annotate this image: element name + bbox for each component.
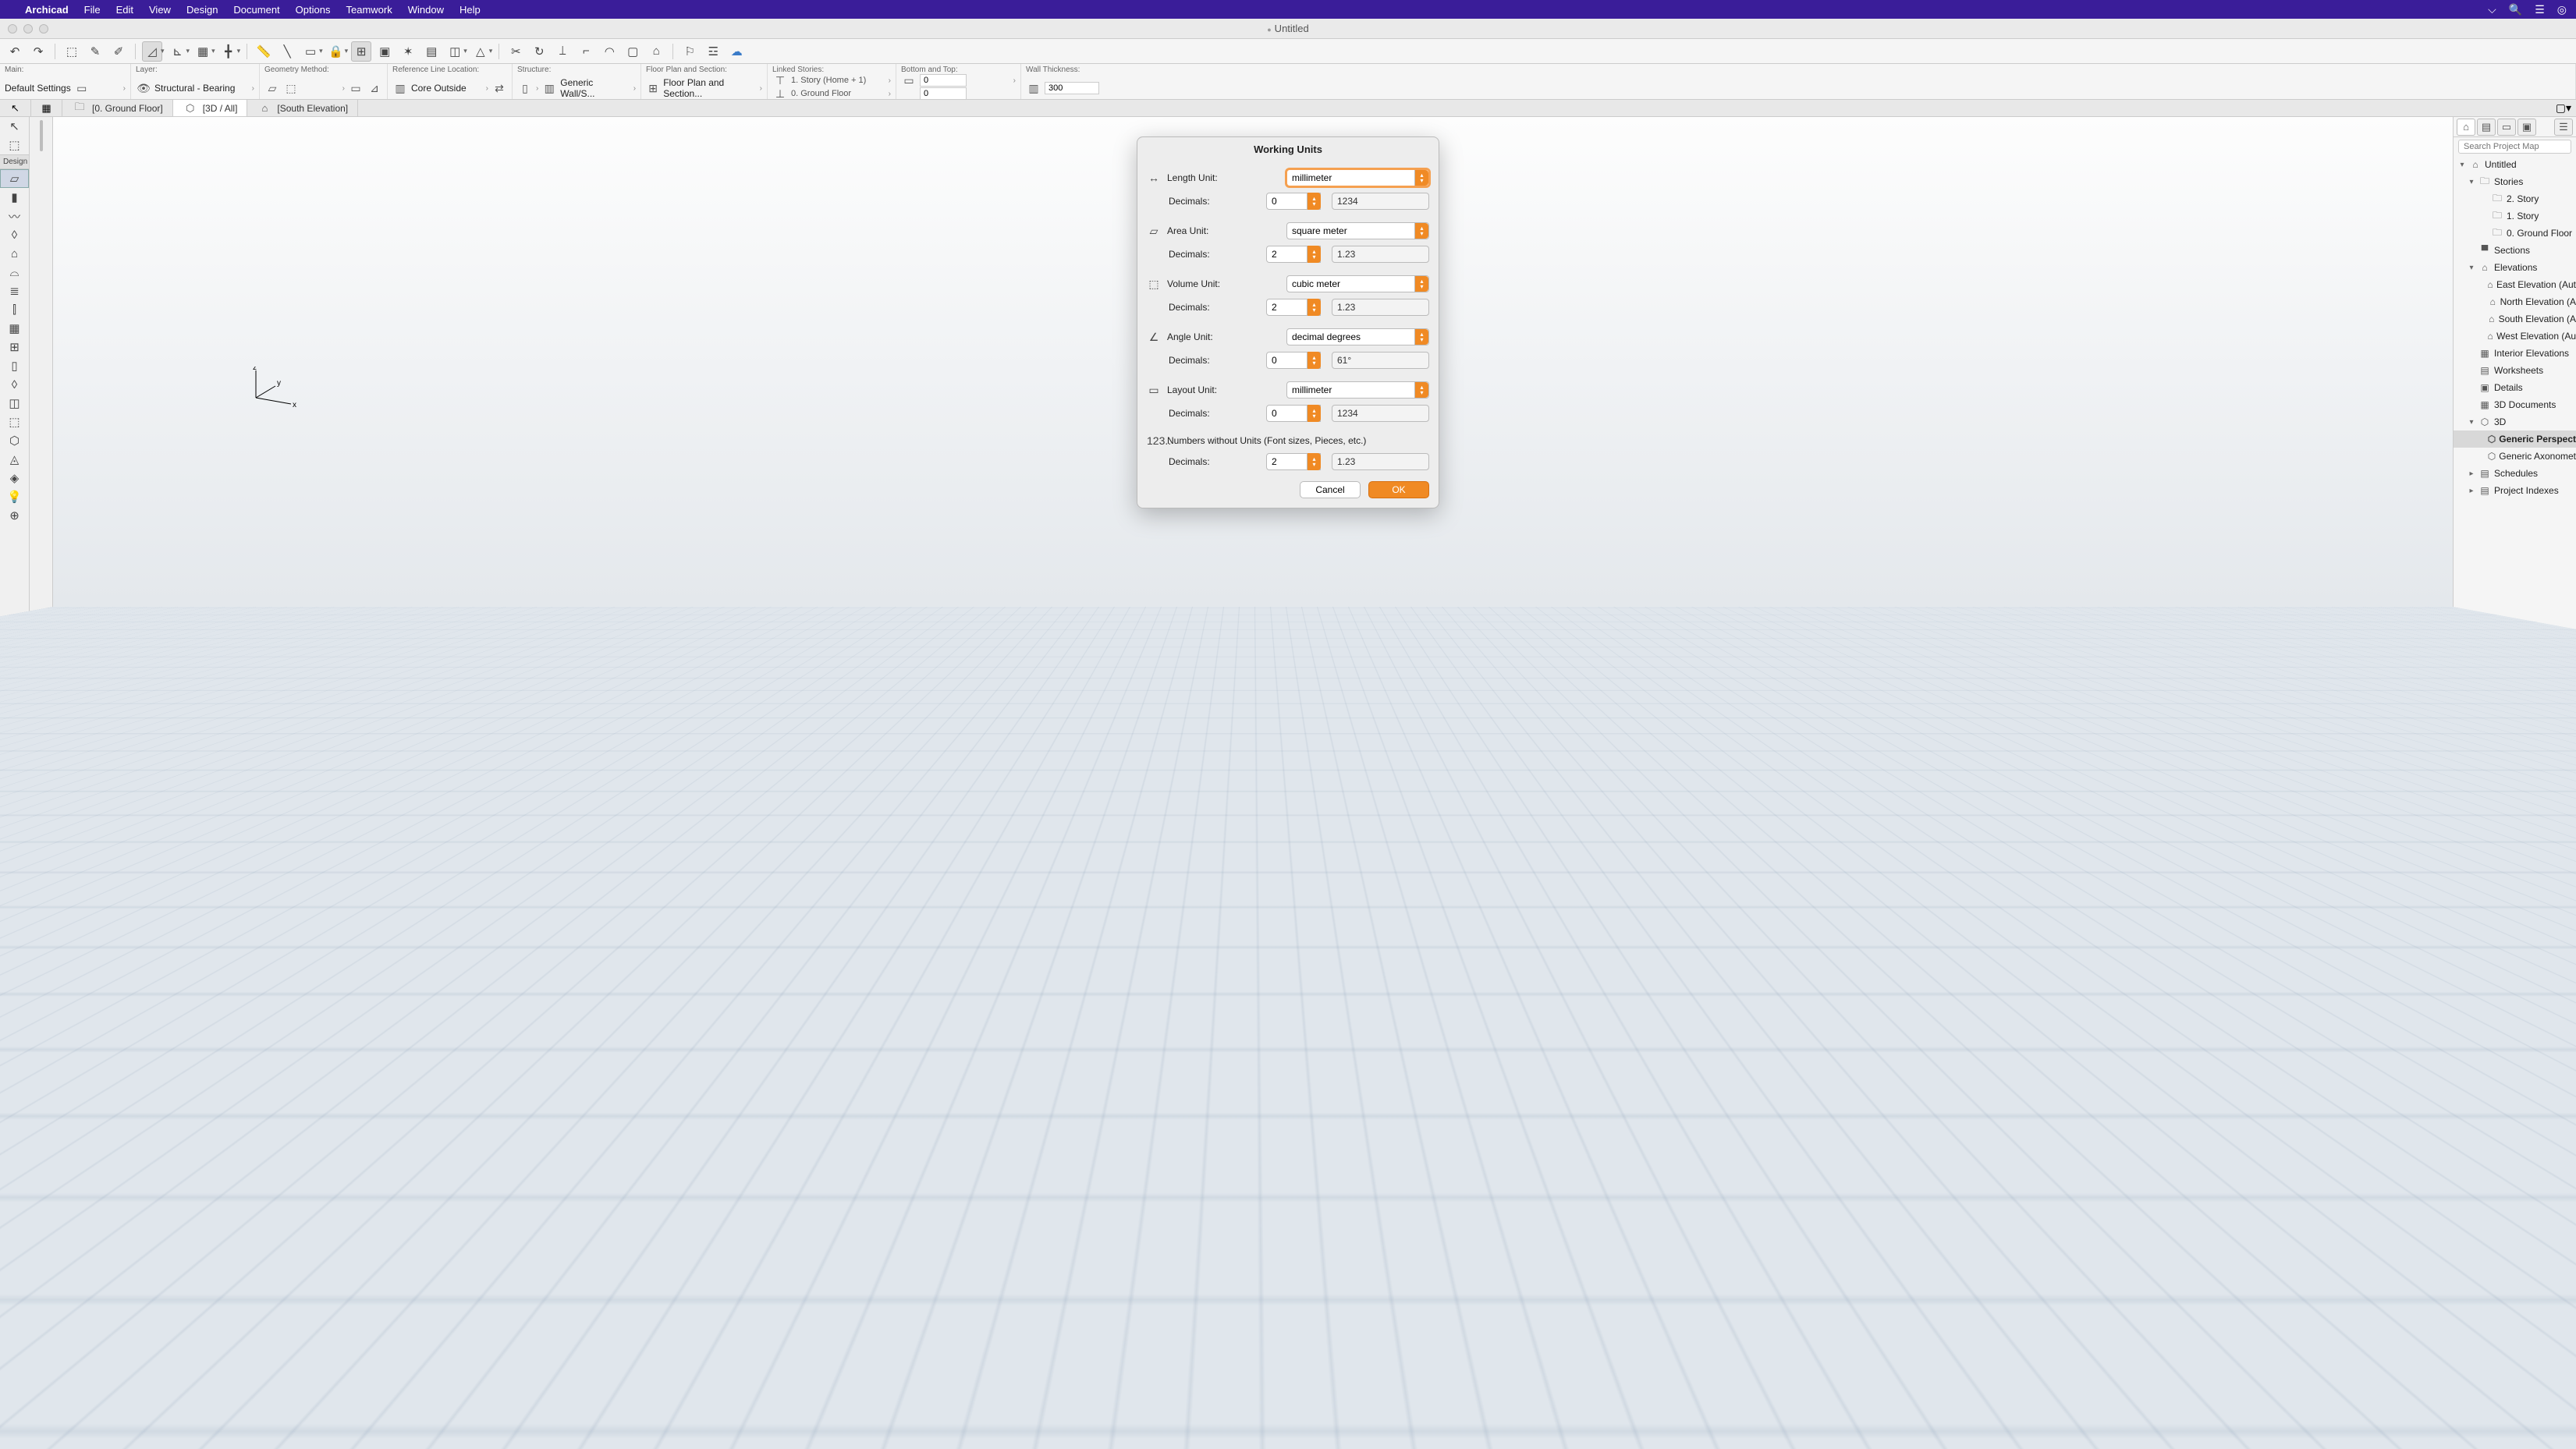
area-decimals-spinner[interactable]: 2▴▾ [1266,246,1321,263]
angle-icon: ∠ [1147,331,1161,344]
area-example: 1.23 [1332,246,1429,263]
working-units-dialog: Working Units ↔ Length Unit: millimeter▴… [1137,136,1439,508]
length-decimals-spinner[interactable]: 0▴▾ [1266,193,1321,210]
volume-unit-select[interactable]: cubic meter▴▾ [1286,275,1429,292]
area-icon: ▱ [1147,225,1161,238]
dialog-title: Working Units [1137,137,1439,160]
ok-button[interactable]: OK [1368,481,1429,498]
layout-icon: ▭ [1147,384,1161,397]
length-unit-select[interactable]: millimeter▴▾ [1286,169,1429,186]
numbers-icon: 123.. [1147,434,1161,447]
angle-unit-select[interactable]: decimal degrees▴▾ [1286,328,1429,345]
length-example: 1234 [1332,193,1429,210]
numbers-example: 1.23 [1332,453,1429,470]
dialog-backdrop: Working Units ↔ Length Unit: millimeter▴… [0,0,2576,1449]
area-unit-select[interactable]: square meter▴▾ [1286,222,1429,239]
layout-example: 1234 [1332,405,1429,422]
length-icon: ↔ [1147,172,1161,184]
volume-example: 1.23 [1332,299,1429,316]
layout-decimals-spinner[interactable]: 0▴▾ [1266,405,1321,422]
volume-decimals-spinner[interactable]: 2▴▾ [1266,299,1321,316]
numbers-decimals-spinner[interactable]: 2▴▾ [1266,453,1321,470]
cancel-button[interactable]: Cancel [1300,481,1361,498]
layout-unit-select[interactable]: millimeter▴▾ [1286,381,1429,399]
volume-icon: ⬚ [1147,278,1161,291]
angle-example: 61° [1332,352,1429,369]
angle-decimals-spinner[interactable]: 0▴▾ [1266,352,1321,369]
